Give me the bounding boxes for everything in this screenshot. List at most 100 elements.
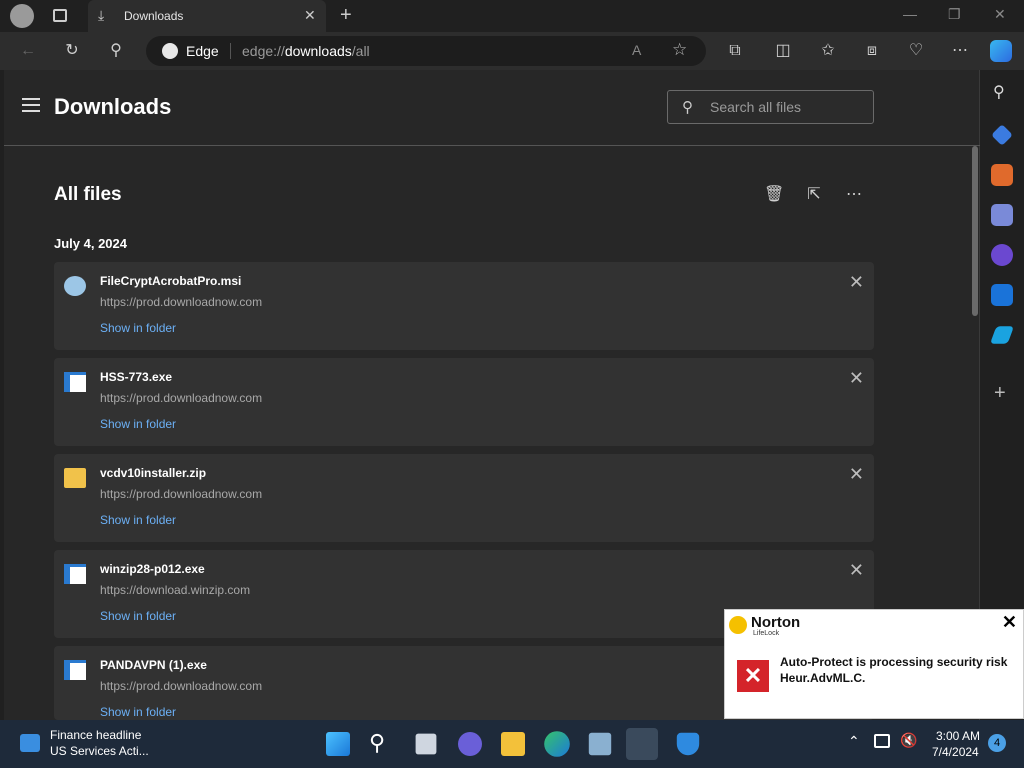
file-source-url: https://prod.downloadnow.com <box>100 487 263 501</box>
installer-icon <box>64 276 86 296</box>
installer-taskbar-icon[interactable] <box>588 732 612 756</box>
security-shield-icon[interactable] <box>676 732 700 756</box>
remove-item-icon[interactable]: ✕ <box>849 272 864 293</box>
more-options-icon[interactable]: ⋯ <box>844 184 864 204</box>
split-screen-icon[interactable]: ◫ <box>772 40 794 62</box>
edge-taskbar-icon[interactable] <box>544 731 570 757</box>
download-item[interactable]: FileCryptAcrobatPro.msi https://prod.down… <box>54 262 874 350</box>
shopping-tag-icon[interactable] <box>991 124 1013 146</box>
file-name[interactable]: vcdv10installer.zip <box>100 466 206 480</box>
remove-item-icon[interactable]: ✕ <box>849 560 864 581</box>
remove-item-icon[interactable]: ✕ <box>849 368 864 389</box>
norton-message-line1: Auto-Protect is processing security risk <box>780 655 1008 669</box>
show-in-folder-link[interactable]: Show in folder <box>100 705 176 719</box>
sidebar-add-icon[interactable]: + <box>994 382 1006 405</box>
games-icon[interactable] <box>991 204 1013 226</box>
url-host: downloads <box>284 43 352 59</box>
file-source-url: https://download.winzip.com <box>100 583 251 597</box>
norton-message: Auto-Protect is processing security risk… <box>780 654 1015 686</box>
show-in-folder-link[interactable]: Show in folder <box>100 513 176 527</box>
task-view-icon[interactable] <box>415 733 437 755</box>
new-tab-icon[interactable]: + <box>340 4 352 27</box>
norton-check-icon <box>729 616 747 634</box>
copilot-icon[interactable] <box>990 40 1012 62</box>
file-source-url: https://prod.downloadnow.com <box>100 679 263 693</box>
start-icon[interactable] <box>326 732 350 756</box>
favorite-star-icon[interactable]: ☆ <box>672 40 687 60</box>
open-folder-icon[interactable]: ⇱ <box>804 184 824 204</box>
volume-muted-icon[interactable]: 🔇 <box>900 732 917 749</box>
exe-icon <box>64 660 86 680</box>
drop-icon[interactable] <box>989 326 1015 344</box>
profile-avatar[interactable] <box>10 4 34 28</box>
taskbar: Finance headline US Services Acti... ⚲ ⌃… <box>0 720 1024 768</box>
title-bar: ⤓ Downloads ✕ + — ❐ ✕ <box>0 0 1024 32</box>
active-app-icon[interactable] <box>626 728 658 760</box>
file-name[interactable]: PANDAVPN (1).exe <box>100 658 207 672</box>
close-notification-icon[interactable]: ✕ <box>1002 612 1017 633</box>
news-subtitle[interactable]: US Services Acti... <box>50 744 149 758</box>
settings-more-icon[interactable]: ⋯ <box>949 40 971 62</box>
page-title: Downloads <box>54 94 172 119</box>
scrollbar[interactable] <box>972 146 978 316</box>
search-input[interactable] <box>710 99 860 115</box>
collections-icon[interactable]: ⧈ <box>861 40 883 62</box>
tab-title: Downloads <box>124 9 184 23</box>
file-name[interactable]: FileCryptAcrobatPro.msi <box>100 274 241 288</box>
search-icon: ⚲ <box>682 99 693 116</box>
file-name[interactable]: HSS-773.exe <box>100 370 172 384</box>
favorites-icon[interactable]: ✩ <box>817 40 839 62</box>
clock-date[interactable]: 7/4/2024 <box>932 745 979 759</box>
address-bar[interactable]: Edge edge://downloads/all A ☆ <box>146 36 706 66</box>
download-icon: ⤓ <box>98 7 105 23</box>
minimize-icon[interactable]: — <box>903 6 917 22</box>
workspaces-icon[interactable] <box>53 9 67 22</box>
norton-message-line2: Heur.AdvML.C. <box>780 671 866 685</box>
address-identity: Edge <box>186 43 219 59</box>
tab-downloads[interactable]: ⤓ Downloads ✕ <box>88 0 326 32</box>
browser-essentials-icon[interactable]: ♡ <box>905 40 927 62</box>
exe-icon <box>64 564 86 584</box>
show-in-folder-link[interactable]: Show in folder <box>100 417 176 431</box>
show-in-folder-link[interactable]: Show in folder <box>100 609 176 623</box>
extensions-icon[interactable]: ⧉ <box>724 40 746 62</box>
tools-icon[interactable] <box>991 164 1013 186</box>
section-title: All files <box>54 184 122 205</box>
teams-chat-icon[interactable] <box>458 732 482 756</box>
delete-all-icon[interactable]: 🗑 <box>764 184 784 204</box>
news-widget-icon[interactable] <box>20 734 40 752</box>
download-item[interactable]: HSS-773.exe https://prod.downloadnow.com S… <box>54 358 874 446</box>
outlook-icon[interactable] <box>991 284 1013 306</box>
microsoft-365-icon[interactable] <box>991 244 1013 266</box>
norton-sub-brand: LifeLock <box>753 630 780 637</box>
read-aloud-icon[interactable]: A <box>632 42 641 58</box>
search-icon[interactable]: ⚲ <box>105 40 127 62</box>
taskbar-search-icon[interactable]: ⚲ <box>369 730 385 756</box>
network-icon[interactable] <box>874 734 890 748</box>
tray-chevron-icon[interactable]: ⌃ <box>848 733 860 750</box>
sidebar-search-icon[interactable]: ⚲ <box>993 82 1005 102</box>
news-title[interactable]: Finance headline <box>50 728 141 742</box>
zip-folder-icon <box>64 468 86 488</box>
refresh-icon[interactable]: ↻ <box>61 40 83 62</box>
tab-close-icon[interactable]: ✕ <box>304 7 316 24</box>
notification-count-badge[interactable]: 4 <box>988 734 1006 752</box>
edge-logo-icon <box>162 43 178 59</box>
address-url: edge://downloads/all <box>242 43 370 59</box>
clock-time[interactable]: 3:00 AM <box>936 729 980 743</box>
download-item[interactable]: vcdv10installer.zip https://prod.download… <box>54 454 874 542</box>
close-window-icon[interactable]: ✕ <box>994 6 1006 23</box>
back-icon[interactable]: ← <box>17 40 39 62</box>
url-prefix: edge:// <box>242 43 285 59</box>
show-in-folder-link[interactable]: Show in folder <box>100 321 176 335</box>
remove-item-icon[interactable]: ✕ <box>849 464 864 485</box>
search-box[interactable]: ⚲ <box>667 90 874 124</box>
restore-icon[interactable]: ❐ <box>948 6 961 23</box>
date-group-label: July 4, 2024 <box>54 236 127 251</box>
menu-icon[interactable] <box>22 98 40 116</box>
norton-notification: Norton LifeLock ✕ ✕ Auto-Protect is proc… <box>724 609 1024 719</box>
file-source-url: https://prod.downloadnow.com <box>100 295 263 309</box>
norton-brand: Norton <box>751 614 801 631</box>
file-explorer-icon[interactable] <box>501 732 525 756</box>
file-name[interactable]: winzip28-p012.exe <box>100 562 205 576</box>
